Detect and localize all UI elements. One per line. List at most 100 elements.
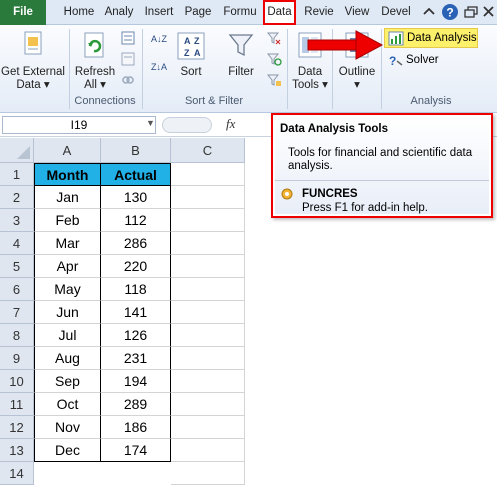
cell-actual[interactable]: 118 bbox=[101, 278, 171, 301]
analysis-group-label: Analysis bbox=[410, 95, 452, 107]
addin-gear-icon bbox=[281, 188, 293, 200]
row-header[interactable]: 8 bbox=[0, 324, 34, 347]
cell-actual[interactable]: 174 bbox=[101, 439, 171, 462]
cell-actual[interactable]: 289 bbox=[101, 393, 171, 416]
svg-text:A: A bbox=[184, 36, 191, 46]
ribbon-tab-bar: File Home Analy Insert Page Formu Data R… bbox=[0, 0, 497, 25]
close-window-icon[interactable] bbox=[480, 3, 497, 21]
empty-cell-c[interactable] bbox=[171, 347, 245, 370]
cell-month[interactable]: Nov bbox=[34, 416, 101, 439]
row-header[interactable]: 7 bbox=[0, 301, 34, 324]
column-header-a[interactable]: A bbox=[34, 138, 101, 163]
tab-insert[interactable]: Insert bbox=[142, 0, 176, 25]
sort-a-to-z-button[interactable]: A↓Z bbox=[148, 33, 170, 55]
cell-actual[interactable]: 130 bbox=[101, 186, 171, 209]
reapply-filter-icon[interactable] bbox=[266, 51, 282, 67]
help-icon[interactable]: ? bbox=[441, 3, 459, 21]
cell-actual[interactable]: 186 bbox=[101, 416, 171, 439]
filter-button[interactable]: Filter bbox=[220, 29, 262, 93]
row-header[interactable]: 9 bbox=[0, 347, 34, 370]
row-header[interactable]: 4 bbox=[0, 232, 34, 255]
cell-month[interactable]: Apr bbox=[34, 255, 101, 278]
connections-icon[interactable] bbox=[120, 30, 136, 46]
clear-filter-icon[interactable] bbox=[266, 30, 282, 46]
tab-page-layout[interactable]: Page bbox=[181, 0, 215, 25]
header-cell-month[interactable]: Month bbox=[34, 163, 101, 186]
name-box[interactable]: I19 bbox=[2, 116, 156, 134]
get-external-data-button[interactable]: Get External Data ▾ bbox=[0, 29, 66, 93]
name-box-dropdown-icon[interactable]: ▼ bbox=[146, 118, 155, 128]
sort-label: Sort bbox=[180, 66, 202, 78]
refresh-all-button[interactable]: Refresh All ▾ bbox=[72, 29, 118, 93]
tab-view[interactable]: View bbox=[341, 0, 373, 25]
row-header[interactable]: 13 bbox=[0, 439, 34, 462]
row-header[interactable]: 10 bbox=[0, 370, 34, 393]
empty-cell-c[interactable] bbox=[171, 439, 245, 462]
cell-month[interactable]: Jun bbox=[34, 301, 101, 324]
row-header[interactable]: 12 bbox=[0, 416, 34, 439]
sort-z-to-a-button[interactable]: Z↓A bbox=[148, 61, 170, 83]
empty-cell-c[interactable] bbox=[171, 324, 245, 347]
empty-cell-c[interactable] bbox=[171, 370, 245, 393]
tab-data[interactable]: Data bbox=[263, 0, 296, 25]
empty-cell-c[interactable] bbox=[171, 462, 245, 485]
advanced-filter-icon[interactable] bbox=[266, 72, 282, 88]
edit-links-icon[interactable] bbox=[120, 72, 136, 88]
row-header[interactable]: 2 bbox=[0, 186, 34, 209]
empty-cell-c[interactable] bbox=[171, 416, 245, 439]
cell-month[interactable]: Jan bbox=[34, 186, 101, 209]
cell-actual[interactable]: 126 bbox=[101, 324, 171, 347]
tab-file[interactable]: File bbox=[0, 0, 46, 25]
tab-analyze[interactable]: Analy bbox=[101, 0, 137, 25]
cell-actual[interactable]: 141 bbox=[101, 301, 171, 324]
insert-function-button[interactable]: fx bbox=[226, 116, 235, 132]
empty-cell-c[interactable] bbox=[171, 209, 245, 232]
restore-window-icon[interactable] bbox=[462, 3, 480, 21]
tab-review[interactable]: Revie bbox=[301, 0, 337, 25]
row-header[interactable]: 6 bbox=[0, 278, 34, 301]
empty-cell-c[interactable] bbox=[171, 393, 245, 416]
empty-cell-c[interactable] bbox=[171, 163, 245, 186]
empty-cell-c[interactable] bbox=[171, 278, 245, 301]
minimize-ribbon-icon[interactable] bbox=[420, 3, 438, 21]
cell-actual[interactable]: 231 bbox=[101, 347, 171, 370]
cell-month[interactable]: Sep bbox=[34, 370, 101, 393]
data-analysis-tooltip: Data Analysis Tools Tools for financial … bbox=[271, 113, 493, 218]
column-header-c[interactable]: C bbox=[171, 138, 245, 163]
properties-icon[interactable] bbox=[120, 51, 136, 67]
empty-cell-c[interactable] bbox=[171, 232, 245, 255]
data-analysis-button[interactable]: Data Analysis bbox=[384, 28, 478, 48]
select-all-corner[interactable] bbox=[0, 138, 34, 163]
cell-month[interactable]: Dec bbox=[34, 439, 101, 462]
row-header[interactable]: 14 bbox=[0, 462, 34, 485]
sort-button[interactable]: AZZA Sort bbox=[172, 29, 210, 93]
cell-month[interactable]: Jul bbox=[34, 324, 101, 347]
cell-actual[interactable]: 220 bbox=[101, 255, 171, 278]
solver-label: Solver bbox=[406, 54, 439, 66]
cell-month[interactable]: Feb bbox=[34, 209, 101, 232]
row-header[interactable]: 1 bbox=[0, 163, 34, 186]
tab-home[interactable]: Home bbox=[62, 0, 96, 25]
cell-month[interactable]: May bbox=[34, 278, 101, 301]
cell-month[interactable]: Aug bbox=[34, 347, 101, 370]
cell-actual[interactable]: 194 bbox=[101, 370, 171, 393]
column-header-b[interactable]: B bbox=[101, 138, 171, 163]
cell-month[interactable]: Mar bbox=[34, 232, 101, 255]
connections-group-label: Connections bbox=[74, 95, 136, 107]
empty-cell-c[interactable] bbox=[171, 255, 245, 278]
data-tools-label-2: Tools ▾ bbox=[292, 79, 328, 91]
solver-button[interactable]: ? Solver bbox=[384, 51, 478, 71]
row-header[interactable]: 11 bbox=[0, 393, 34, 416]
tab-developer[interactable]: Devel bbox=[378, 0, 414, 25]
cell-month[interactable]: Oct bbox=[34, 393, 101, 416]
cell-actual[interactable]: 286 bbox=[101, 232, 171, 255]
row-header[interactable]: 3 bbox=[0, 209, 34, 232]
empty-cell-c[interactable] bbox=[171, 186, 245, 209]
formula-controls bbox=[162, 117, 212, 133]
empty-cell-c[interactable] bbox=[171, 301, 245, 324]
cell-actual[interactable]: 112 bbox=[101, 209, 171, 232]
header-cell-actual[interactable]: Actual bbox=[101, 163, 171, 186]
svg-text:A: A bbox=[194, 48, 201, 58]
tab-formulas[interactable]: Formu bbox=[222, 0, 258, 25]
row-header[interactable]: 5 bbox=[0, 255, 34, 278]
